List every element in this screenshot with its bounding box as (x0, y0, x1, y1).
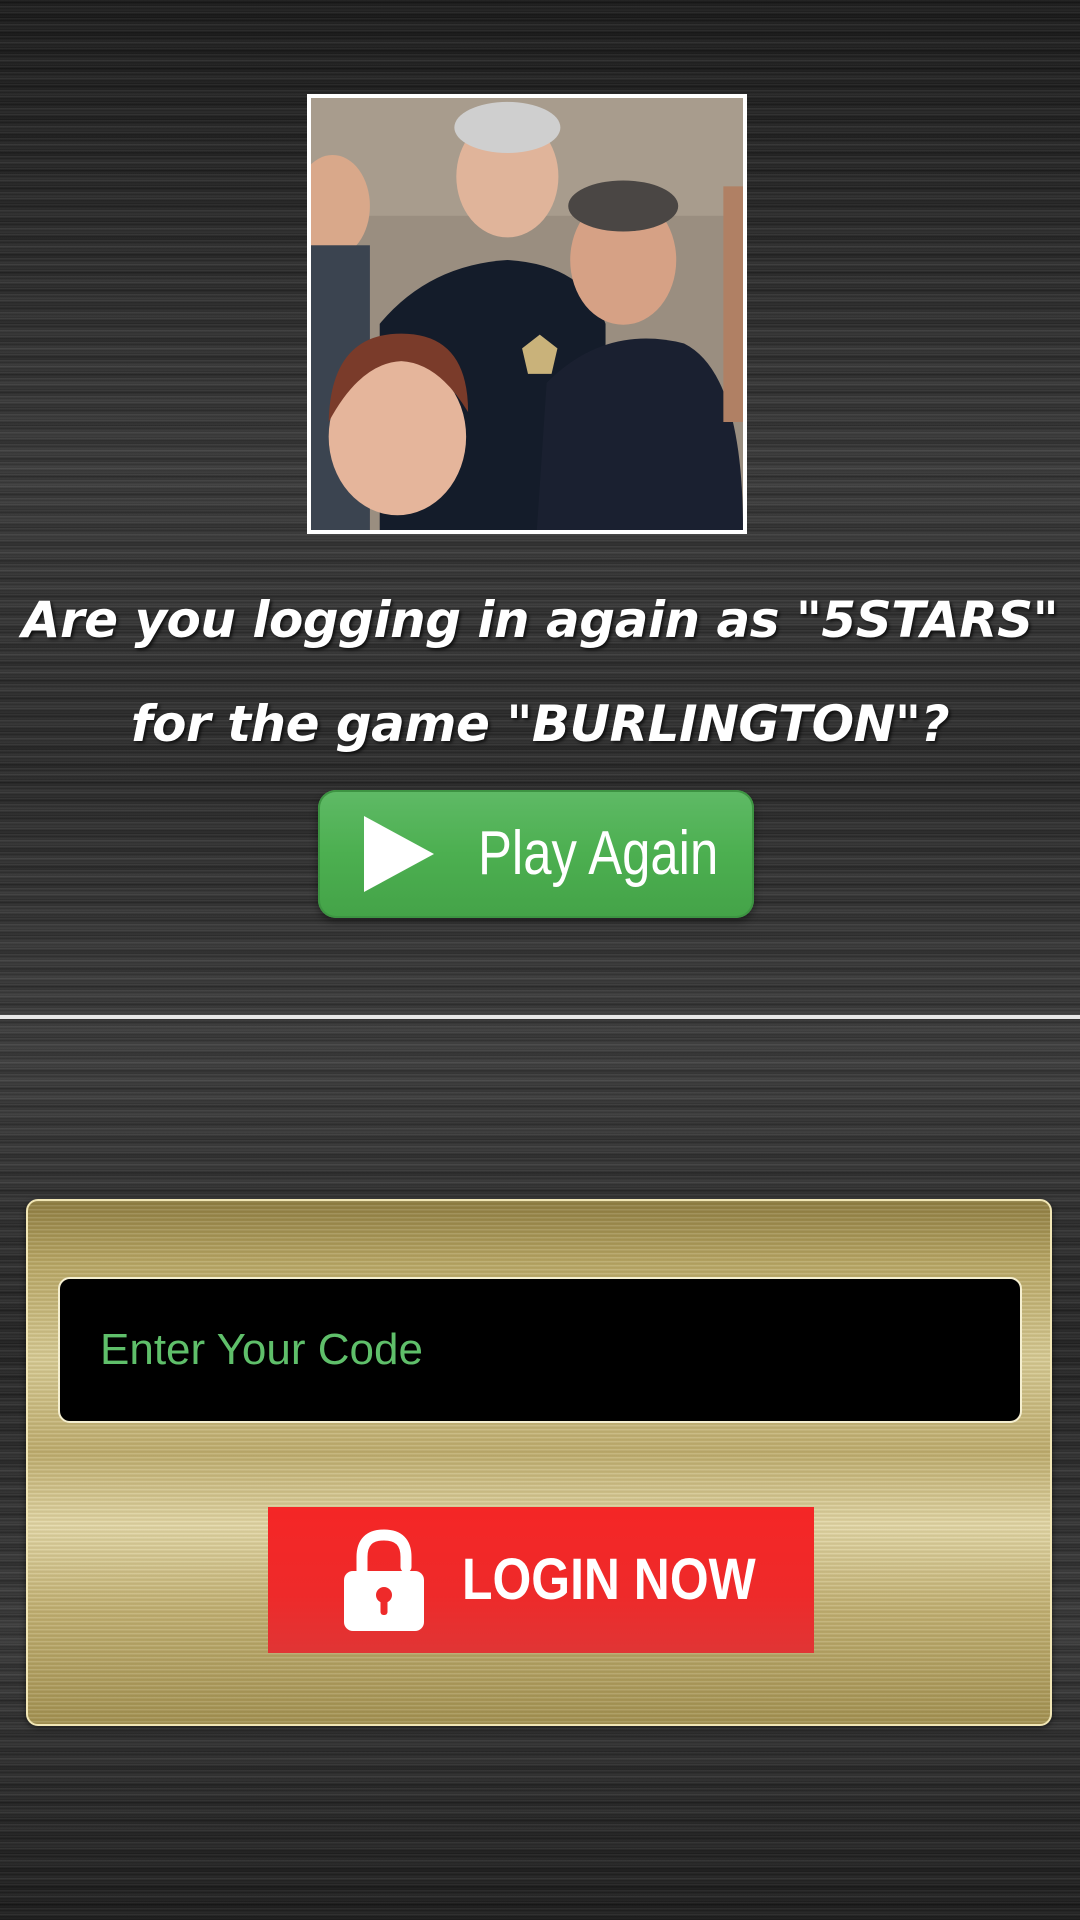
prompt-line-1: Are you logging in again as "5STARS" (21, 591, 1059, 649)
section-divider (0, 1015, 1080, 1019)
code-input[interactable] (58, 1277, 1022, 1423)
play-icon (364, 816, 434, 892)
prompt-line-2: for the game "BURLINGTON"? (130, 695, 950, 753)
relogin-prompt: Are you logging in again as "5STARS" for… (0, 568, 1080, 776)
group-photo-image (311, 98, 743, 530)
play-again-label: Play Again (478, 819, 719, 888)
play-again-button[interactable]: Play Again (318, 790, 754, 918)
lock-icon (344, 1529, 424, 1631)
profile-photo (307, 94, 747, 534)
login-now-label: LOGIN NOW (462, 1547, 756, 1612)
login-panel: LOGIN NOW (26, 1199, 1052, 1726)
login-now-button[interactable]: LOGIN NOW (268, 1507, 814, 1653)
